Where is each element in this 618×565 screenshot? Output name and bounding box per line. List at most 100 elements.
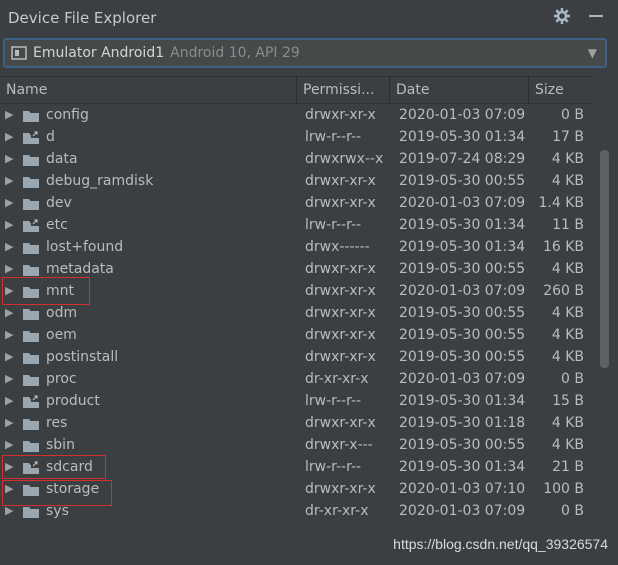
file-size: 21 B — [552, 459, 584, 475]
file-row[interactable]: ▶ sbin drwxr-x--- 2019-05-30 00:55 4 KB — [0, 434, 596, 456]
file-date: 2019-05-30 00:55 — [399, 305, 526, 321]
file-row[interactable]: ▶ config drwxr-xr-x 2020-01-03 07:09 0 B — [0, 104, 596, 126]
file-row[interactable]: ▶ odm drwxr-xr-x 2019-05-30 00:55 4 KB — [0, 302, 596, 324]
expand-arrow-icon[interactable]: ▶ — [5, 412, 13, 434]
file-permissions: lrw-r--r-- — [305, 217, 362, 233]
file-row[interactable]: ▶ lost+found drwx------ 2019-05-30 01:34 16 … — [0, 236, 596, 258]
watermark: https://blog.csdn.net/qq_39326574 — [393, 536, 608, 552]
column-name[interactable]: Name — [0, 77, 297, 103]
file-date: 2019-05-30 00:55 — [399, 437, 526, 453]
file-row[interactable]: ▶ product lrw-r--r-- 2019-05-30 01:34 15 B — [0, 390, 596, 412]
file-permissions: drwxr-xr-x — [305, 349, 376, 365]
folder-icon — [22, 306, 40, 320]
file-row[interactable]: ▶ postinstall drwxr-xr-x 2019-05-30 00:55 4 … — [0, 346, 596, 368]
file-size: 4 KB — [551, 305, 584, 321]
file-size: 0 B — [561, 107, 584, 123]
expand-arrow-icon[interactable]: ▶ — [5, 104, 13, 126]
column-permissions[interactable]: Permissi... — [297, 77, 390, 103]
panel-title-icons — [552, 7, 606, 27]
folder-icon — [22, 108, 40, 122]
file-size: 4 KB — [551, 173, 584, 189]
file-permissions: drwxr-x--- — [305, 437, 373, 453]
file-permissions: drwxr-xr-x — [305, 107, 376, 123]
file-name: odm — [46, 305, 78, 321]
file-name: data — [46, 151, 78, 167]
file-name: res — [46, 415, 68, 431]
minimize-icon[interactable] — [586, 7, 606, 27]
folder-icon — [22, 196, 40, 210]
file-name: postinstall — [46, 349, 119, 365]
file-permissions: lrw-r--r-- — [305, 393, 362, 409]
file-size: 4 KB — [551, 151, 584, 167]
expand-arrow-icon[interactable]: ▶ — [5, 148, 13, 170]
file-row[interactable]: ▶ d lrw-r--r-- 2019-05-30 01:34 17 B — [0, 126, 596, 148]
file-date: 2020-01-03 07:09 — [399, 371, 526, 387]
device-detail: Android 10, API 29 — [170, 45, 300, 61]
file-permissions: lrw-r--r-- — [305, 129, 362, 145]
folder-icon — [22, 262, 40, 276]
folder-icon — [22, 372, 40, 386]
folder-link-icon — [22, 218, 40, 232]
file-permissions: drwxr-xr-x — [305, 283, 376, 299]
file-size: 100 B — [543, 481, 584, 497]
file-row[interactable]: ▶ oem drwxr-xr-x 2019-05-30 00:55 4 KB — [0, 324, 596, 346]
file-row[interactable]: ▶ res drwxr-xr-x 2019-05-30 01:18 4 KB — [0, 412, 596, 434]
file-name: config — [46, 107, 89, 123]
expand-arrow-icon[interactable]: ▶ — [5, 126, 13, 148]
expand-arrow-icon[interactable]: ▶ — [5, 324, 13, 346]
scrollbar-thumb[interactable] — [600, 150, 609, 368]
file-name: oem — [46, 327, 77, 343]
file-row[interactable]: ▶ etc lrw-r--r-- 2019-05-30 01:34 11 B — [0, 214, 596, 236]
file-row[interactable]: ▶ proc dr-xr-xr-x 2020-01-03 07:09 0 B — [0, 368, 596, 390]
expand-arrow-icon[interactable]: ▶ — [5, 170, 13, 192]
file-permissions: dr-xr-xr-x — [305, 371, 369, 387]
chevron-down-icon[interactable]: ▼ — [588, 46, 597, 60]
table-header: Name Permissi... Date Size — [0, 76, 593, 104]
gear-icon[interactable] — [552, 7, 572, 27]
file-name: sbin — [46, 437, 75, 453]
expand-arrow-icon[interactable]: ▶ — [5, 236, 13, 258]
file-size: 4 KB — [551, 415, 584, 431]
file-size: 0 B — [561, 503, 584, 519]
device-selector[interactable]: Emulator Android1 Android 10, API 29 ▼ — [3, 38, 607, 68]
file-row[interactable]: ▶ data drwxrwx--x 2019-07-24 08:29 4 KB — [0, 148, 596, 170]
expand-arrow-icon[interactable]: ▶ — [5, 192, 13, 214]
folder-icon — [22, 152, 40, 166]
file-size: 4 KB — [551, 349, 584, 365]
file-row[interactable]: ▶ dev drwxr-xr-x 2020-01-03 07:09 1.4 KB — [0, 192, 596, 214]
panel-title: Device File Explorer — [8, 9, 157, 27]
expand-arrow-icon[interactable]: ▶ — [5, 214, 13, 236]
file-permissions: lrw-r--r-- — [305, 459, 362, 475]
file-permissions: drwxr-xr-x — [305, 173, 376, 189]
file-permissions: drwxr-xr-x — [305, 305, 376, 321]
file-permissions: drwx------ — [305, 239, 370, 255]
file-row[interactable]: ▶ debug_ramdisk drwxr-xr-x 2019-05-30 00:55… — [0, 170, 596, 192]
expand-arrow-icon[interactable]: ▶ — [5, 434, 13, 456]
device-icon — [11, 45, 27, 61]
file-size: 260 B — [543, 283, 584, 299]
file-name: etc — [46, 217, 68, 233]
file-permissions: drwxr-xr-x — [305, 261, 376, 277]
file-permissions: drwxrwx--x — [305, 151, 384, 167]
file-date: 2020-01-03 07:09 — [399, 503, 526, 519]
file-date: 2019-05-30 01:34 — [399, 459, 526, 475]
expand-arrow-icon[interactable]: ▶ — [5, 368, 13, 390]
folder-icon — [22, 174, 40, 188]
file-date: 2019-05-30 00:55 — [399, 173, 526, 189]
expand-arrow-icon[interactable]: ▶ — [5, 302, 13, 324]
column-size[interactable]: Size — [529, 77, 593, 103]
file-date: 2019-05-30 01:34 — [399, 129, 526, 145]
file-name: product — [46, 393, 100, 409]
file-name: d — [46, 129, 55, 145]
file-permissions: drwxr-xr-x — [305, 481, 376, 497]
expand-arrow-icon[interactable]: ▶ — [5, 346, 13, 368]
file-size: 4 KB — [551, 261, 584, 277]
file-date: 2019-05-30 00:55 — [399, 327, 526, 343]
file-name: dev — [46, 195, 72, 211]
file-date: 2020-01-03 07:10 — [399, 481, 526, 497]
expand-arrow-icon[interactable]: ▶ — [5, 390, 13, 412]
file-date: 2019-05-30 01:34 — [399, 239, 526, 255]
column-date[interactable]: Date — [390, 77, 529, 103]
file-size: 0 B — [561, 371, 584, 387]
file-size: 15 B — [552, 393, 584, 409]
